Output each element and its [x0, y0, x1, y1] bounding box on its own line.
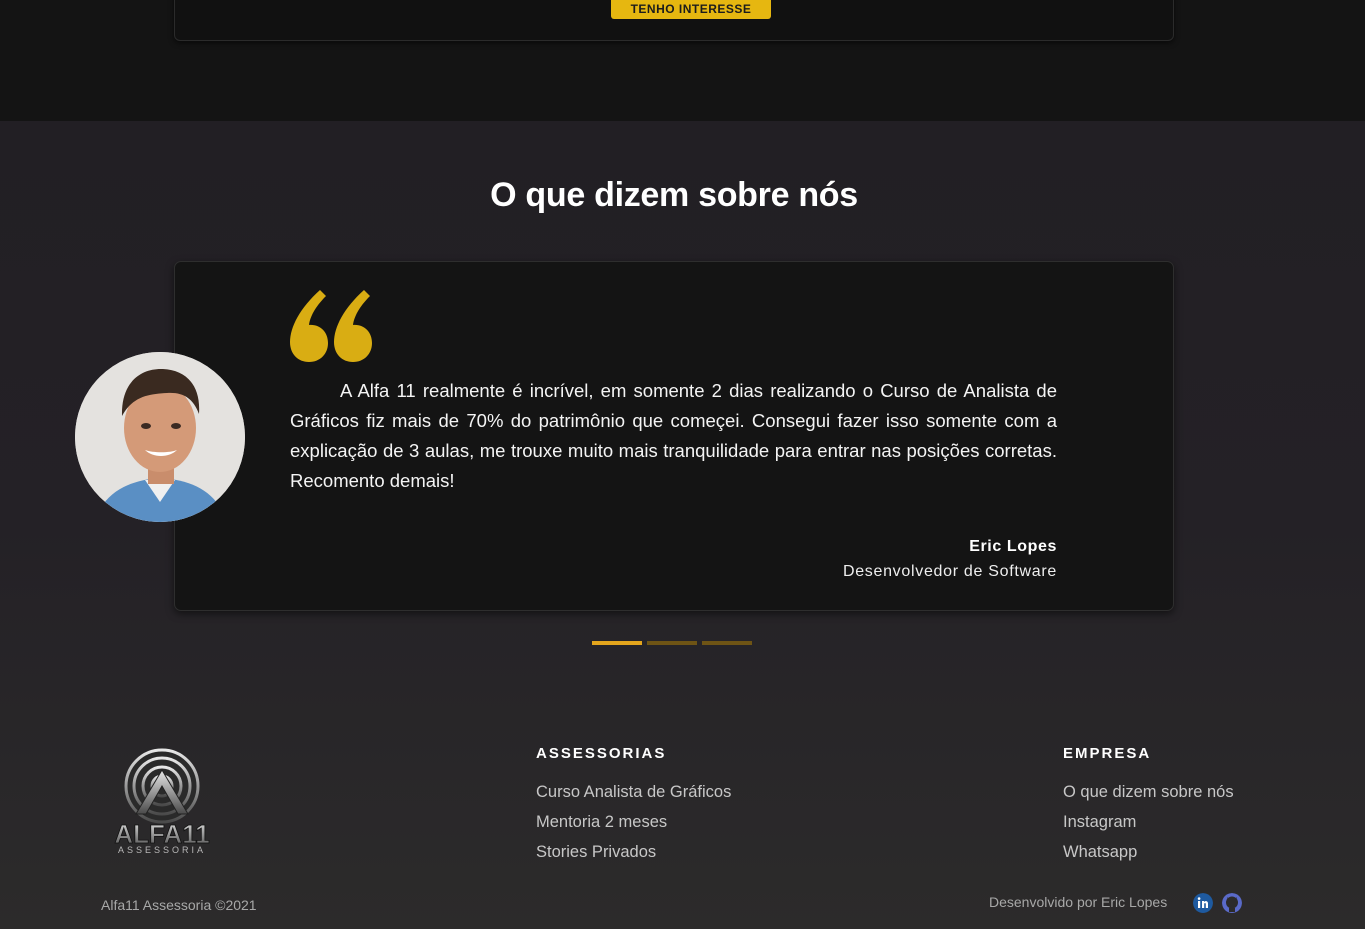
carousel-indicator-3[interactable]: [702, 641, 752, 645]
footer-link-whatsapp[interactable]: Whatsapp: [1063, 843, 1137, 862]
author-role: Desenvolvedor de Software: [842, 563, 1057, 580]
author-name: Eric Lopes: [969, 538, 1057, 555]
footer-link-stories[interactable]: Stories Privados: [536, 843, 656, 862]
carousel-indicators: [592, 641, 752, 645]
carousel-indicator-2[interactable]: [647, 641, 697, 645]
testimonial-text: A Alfa 11 realmente é incrível, em somen…: [290, 380, 1057, 491]
footer-link-instagram[interactable]: Instagram: [1063, 813, 1136, 832]
carousel-indicator-1[interactable]: [592, 641, 642, 645]
developer-credits: Desenvolvido por Eric Lopes: [989, 894, 1168, 910]
footer-link-curso[interactable]: Curso Analista de Gráficos: [536, 783, 731, 802]
linkedin-icon[interactable]: [1193, 893, 1213, 913]
section-title: O que dizem sobre nós: [490, 176, 858, 214]
interest-button[interactable]: TENHO INTERESSE: [611, 0, 771, 19]
top-section: TENHO INTERESSE: [0, 0, 1365, 121]
footer-heading-empresa: EMPRESA: [1063, 745, 1152, 762]
footer-link-mentoria[interactable]: Mentoria 2 meses: [536, 813, 667, 832]
author-photo: [75, 352, 245, 522]
quote-icon: [290, 290, 372, 362]
logo-subtext: ASSESSORIA: [118, 845, 206, 855]
copyright: Alfa11 Assessoria ©2021: [101, 897, 257, 913]
alfa11-logo: ALFA11 ASSESSORIA: [114, 748, 210, 855]
footer-heading-assessorias: ASSESSORIAS: [536, 745, 667, 762]
author-avatar: [75, 352, 245, 522]
footer-link-depoimentos[interactable]: O que dizem sobre nós: [1063, 783, 1234, 802]
github-icon[interactable]: [1222, 893, 1242, 913]
